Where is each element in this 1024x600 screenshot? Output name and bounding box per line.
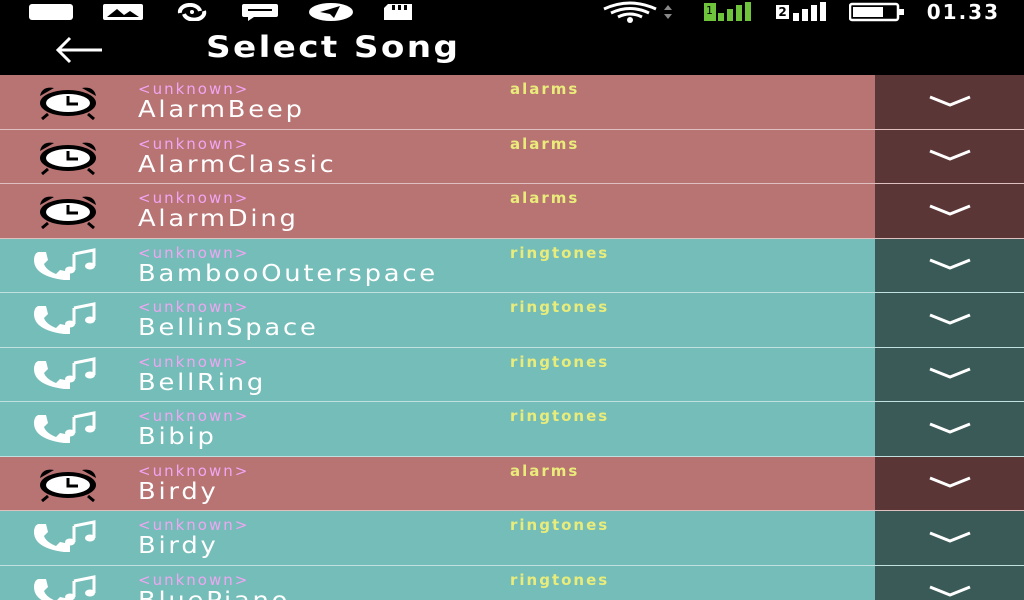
expand-button[interactable] [875, 402, 1024, 456]
image-icon [103, 4, 143, 20]
chevron-down-icon [928, 95, 971, 107]
song-category: ringtones [510, 298, 610, 316]
data-arrows-icon [664, 5, 673, 19]
chevron-down-icon [928, 258, 971, 270]
alarm-clock-icon [30, 139, 106, 175]
song-artist: <unknown> [138, 189, 250, 207]
phone-music-icon [30, 574, 106, 600]
chevron-down-icon [928, 149, 971, 161]
chevron-down-icon [928, 422, 971, 434]
expand-button[interactable] [875, 293, 1024, 347]
song-artist: <unknown> [138, 570, 250, 589]
page-title: Select Song [206, 30, 461, 64]
svg-text:1: 1 [706, 4, 713, 17]
song-title: Bibip [138, 424, 217, 450]
song-row-0[interactable]: <unknown> alarms AlarmBeep [0, 75, 1024, 130]
signal-1-icon: 1 [704, 2, 752, 21]
expand-button[interactable] [875, 565, 1024, 600]
song-artist: <unknown> [138, 516, 250, 534]
song-category: alarms [510, 134, 580, 153]
app-bar: Select Song [0, 24, 1024, 75]
song-category: alarms [510, 80, 580, 98]
phone-music-icon [30, 247, 106, 284]
sd-card-icon [384, 4, 412, 20]
chevron-down-icon [928, 476, 971, 488]
chevron-down-icon [928, 313, 971, 325]
song-title: Birdy [138, 478, 219, 505]
song-category: ringtones [510, 243, 610, 262]
phone-music-icon [30, 520, 106, 556]
expand-button[interactable] [875, 75, 1024, 129]
song-row-6[interactable]: <unknown> ringtones Bibip [0, 402, 1024, 457]
song-artist: <unknown> [138, 461, 250, 480]
song-title: Birdy [138, 533, 219, 559]
song-row-2[interactable]: <unknown> alarms AlarmDing [0, 184, 1024, 239]
song-category: ringtones [510, 516, 610, 534]
chevron-down-icon [928, 367, 971, 379]
song-category: ringtones [510, 407, 610, 425]
song-category: alarms [510, 461, 580, 480]
sim2-label: 2 [776, 5, 789, 19]
expand-button[interactable] [875, 347, 1024, 401]
song-artist: <unknown> [138, 80, 250, 98]
expand-button[interactable] [875, 184, 1024, 238]
expand-button[interactable] [875, 129, 1024, 183]
phone-music-icon [30, 356, 106, 393]
song-title: BluePiano [138, 588, 290, 600]
song-title: AlarmBeep [138, 97, 305, 123]
alarm-clock-icon [30, 84, 106, 121]
song-row-4[interactable]: <unknown> ringtones BellinSpace [0, 293, 1024, 348]
battery-icon [848, 2, 904, 22]
expand-button[interactable] [875, 511, 1024, 565]
song-artist: <unknown> [138, 243, 250, 262]
chat-icon [242, 4, 278, 21]
song-list[interactable]: <unknown> alarms AlarmBeep <unknown> ala… [0, 75, 1024, 600]
status-bar: 1 2 01.33 [0, 0, 1024, 24]
chevron-down-icon [928, 531, 971, 543]
wifi-icon [603, 1, 673, 23]
song-row-9[interactable]: <unknown> ringtones BluePiano [0, 565, 1024, 600]
expand-button[interactable] [875, 456, 1024, 510]
system-icons: 1 2 01.33 [602, 0, 1000, 24]
song-title: BellinSpace [138, 315, 319, 341]
song-row-1[interactable]: <unknown> alarms AlarmClassic [0, 129, 1024, 184]
square-icon [29, 4, 73, 20]
chevron-down-icon [928, 585, 971, 597]
chevron-down-icon [928, 204, 971, 216]
expand-button[interactable] [875, 238, 1024, 292]
song-category: ringtones [510, 352, 610, 371]
song-artist: <unknown> [138, 134, 250, 153]
alarm-clock-icon [30, 193, 106, 230]
song-row-3[interactable]: <unknown> ringtones BambooOuterspace [0, 238, 1024, 293]
song-category: ringtones [510, 570, 610, 589]
back-button[interactable] [52, 34, 108, 66]
song-title: BambooOuterspace [138, 260, 438, 287]
song-title: AlarmDing [138, 206, 299, 232]
song-category: alarms [510, 189, 580, 207]
song-title: AlarmClassic [138, 151, 337, 178]
song-artist: <unknown> [138, 352, 250, 371]
song-artist: <unknown> [138, 298, 250, 316]
signal-2-icon [792, 2, 826, 21]
arrow-left-icon [55, 36, 102, 64]
clock: 01.33 [926, 0, 1000, 24]
song-title: BellRing [138, 369, 266, 396]
sync-icon [177, 3, 207, 21]
phone-music-icon [30, 302, 106, 338]
notification-icons [28, 2, 414, 22]
song-row-7[interactable]: <unknown> alarms Birdy [0, 456, 1024, 511]
song-row-5[interactable]: <unknown> ringtones BellRing [0, 347, 1024, 402]
telegram-icon [309, 3, 353, 21]
song-artist: <unknown> [138, 407, 250, 425]
signal-2-group: 2 [776, 1, 826, 23]
song-row-8[interactable]: <unknown> ringtones Birdy [0, 511, 1024, 566]
phone-music-icon [30, 411, 106, 447]
alarm-clock-icon [30, 466, 106, 502]
